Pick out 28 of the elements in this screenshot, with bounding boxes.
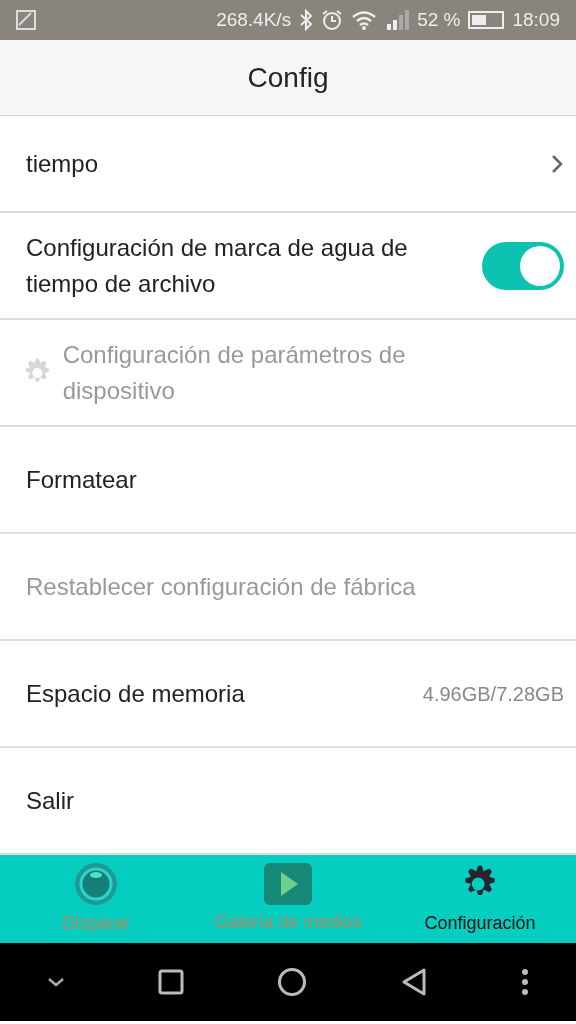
more-icon[interactable]	[521, 968, 530, 996]
wifi-icon	[351, 10, 378, 30]
signal-icon	[385, 10, 410, 30]
image-icon	[16, 10, 36, 30]
setting-label[interactable]: Configuración de marca de agua de tiempo de archivo	[26, 229, 474, 302]
setting-label[interactable]: tiempo	[26, 145, 542, 182]
setting-label[interactable]: Espacio de memoria	[26, 675, 415, 712]
battery-percentage: 52 %	[417, 7, 461, 32]
network-speed: 268.4K/s	[216, 7, 292, 32]
alarm-icon	[321, 9, 344, 31]
tab[interactable]: Configuración	[384, 855, 576, 943]
memory-usage-value: 4.96GB/7.28GB	[422, 681, 564, 707]
toggle-switch[interactable]	[482, 241, 564, 290]
bluetooth-icon	[299, 9, 314, 31]
camera-lens-icon	[74, 861, 118, 906]
collapse-icon[interactable]	[46, 977, 65, 987]
recents-button[interactable]	[157, 969, 184, 995]
clock-time: 18:09	[512, 7, 560, 32]
screen-title: Config	[247, 60, 329, 95]
setting-label: Configuración de parámetros de dispositivo	[62, 339, 407, 406]
setting-label: Restablecer configuración de fábrica	[26, 571, 417, 602]
back-button[interactable]	[400, 967, 429, 997]
play-icon	[264, 862, 312, 905]
home-button[interactable]	[276, 967, 307, 997]
setting-label[interactable]: Formatear	[26, 461, 564, 498]
setting-label[interactable]: Salir	[26, 782, 564, 819]
battery-icon	[468, 11, 505, 29]
chevron-right-icon[interactable]	[550, 152, 564, 175]
